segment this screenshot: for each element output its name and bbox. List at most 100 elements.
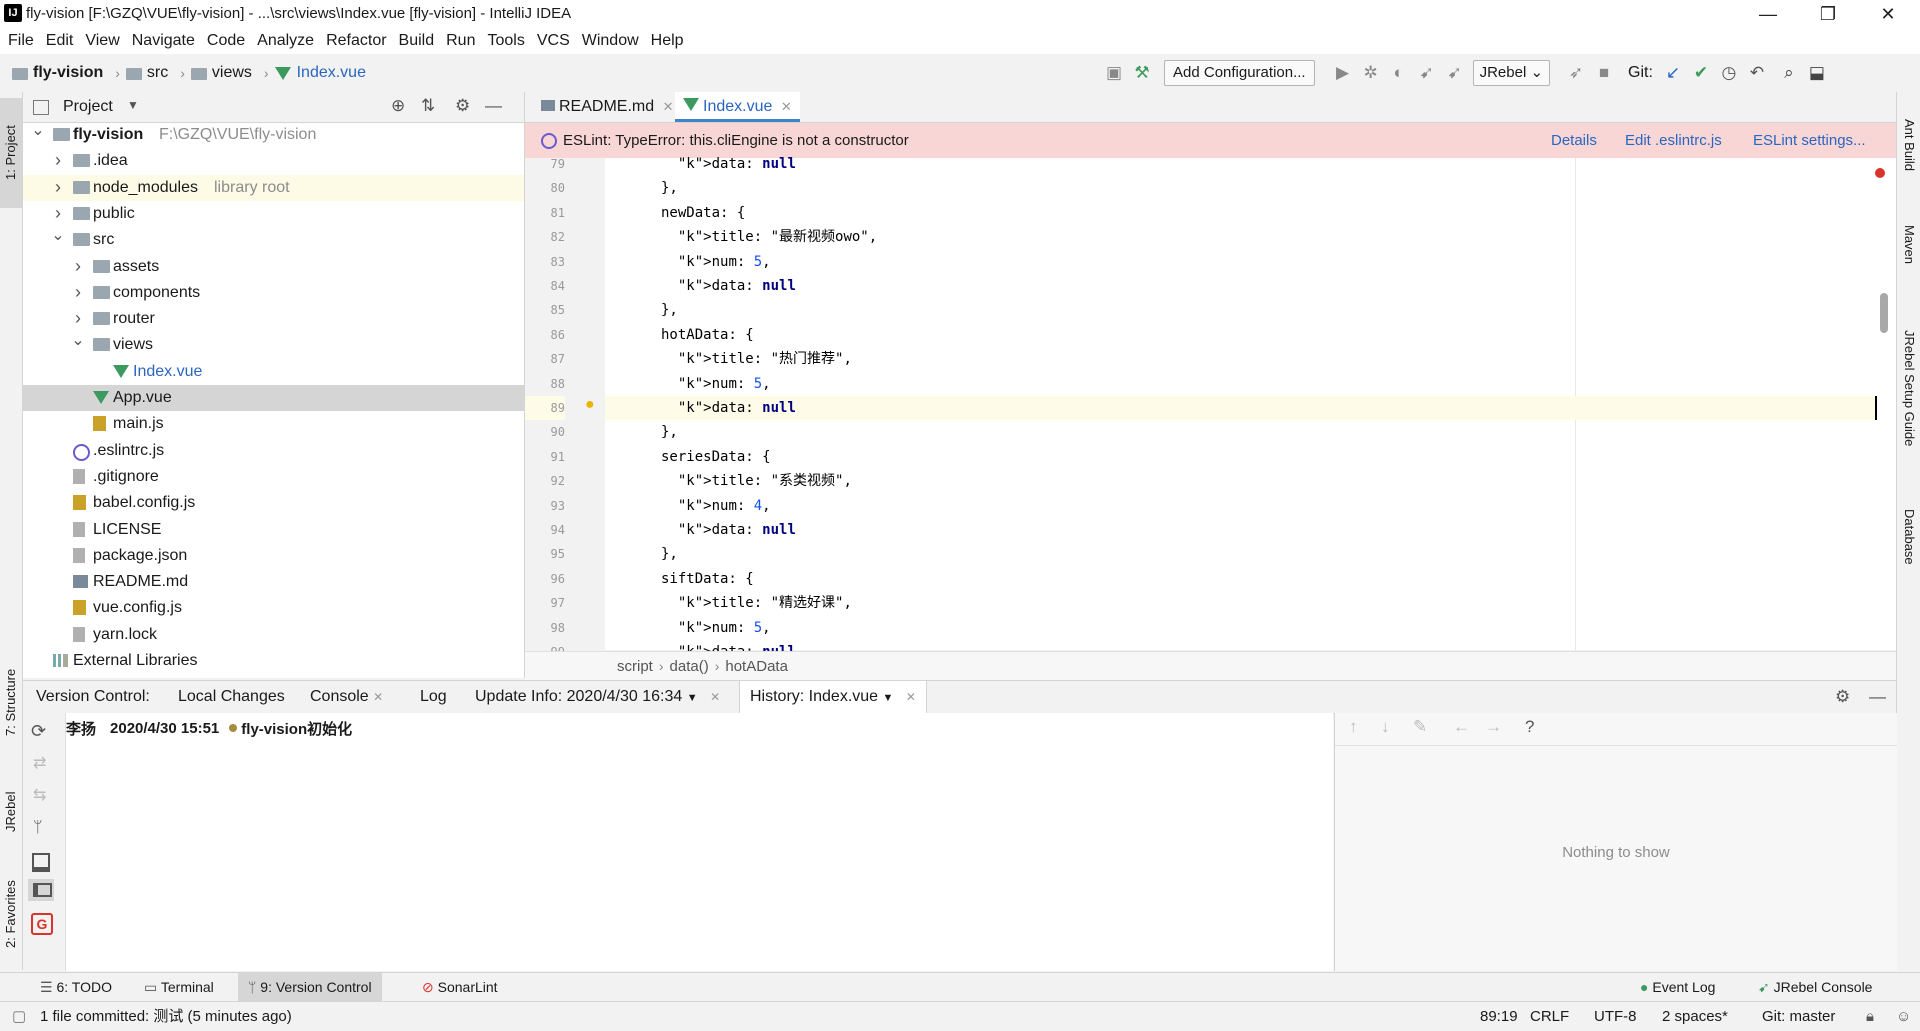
breadcrumb-project[interactable]: fly-vision xyxy=(33,64,103,82)
todo-tool-button[interactable]: ☰ 6: TODO xyxy=(40,973,112,1001)
git-history-icon[interactable]: ◷ xyxy=(1715,59,1743,87)
chevron-right-icon[interactable]: › xyxy=(51,200,65,226)
menu-help[interactable]: Help xyxy=(645,28,690,54)
code-line[interactable]: hotAData: { xyxy=(661,323,754,347)
close-tab-icon[interactable]: ✕ xyxy=(710,690,720,704)
git-commit-icon[interactable]: ✔ xyxy=(1687,59,1715,87)
code-line[interactable]: "k">data: null xyxy=(661,152,796,176)
jrebel-setup-guide-tab[interactable]: JRebel Setup Guide xyxy=(1897,308,1920,468)
hide-panel-icon[interactable]: — xyxy=(485,96,502,116)
git-rollback-icon[interactable]: ↶ xyxy=(1743,59,1771,87)
debug-icon[interactable]: ✲ xyxy=(1357,59,1385,87)
chevron-right-icon[interactable]: › xyxy=(71,253,85,279)
gitee-icon[interactable]: G xyxy=(31,913,53,935)
code-line[interactable]: "k">data: null xyxy=(605,396,1877,420)
inspector-icon[interactable]: ☺ xyxy=(1896,1002,1911,1031)
chevron-down-icon[interactable]: ▼ xyxy=(127,98,139,112)
tree-item[interactable]: babel.config.js xyxy=(23,490,524,516)
restore-button[interactable]: ❐ xyxy=(1800,0,1856,28)
menu-view[interactable]: View xyxy=(79,28,125,54)
menu-run[interactable]: Run xyxy=(440,28,481,54)
minimize-button[interactable]: — xyxy=(1740,0,1796,28)
eslint-details-link[interactable]: Details xyxy=(1551,132,1597,149)
favorites-tool-tab[interactable]: 2: Favorites xyxy=(0,864,22,964)
database-tool-tab[interactable]: Database xyxy=(1897,492,1920,582)
code-line[interactable]: newData: { xyxy=(661,201,745,225)
build-hammer-icon[interactable]: ⚒ xyxy=(1128,59,1156,87)
breadcrumb-views[interactable]: views xyxy=(212,64,252,82)
project-panel-title[interactable]: Project xyxy=(63,98,113,116)
tree-item[interactable]: › components xyxy=(23,280,524,306)
line-separator[interactable]: CRLF xyxy=(1530,1002,1569,1031)
compare-local-icon[interactable]: ⇆ xyxy=(33,785,46,805)
stop-icon[interactable]: ■ xyxy=(1590,59,1618,87)
file-encoding[interactable]: UTF-8 xyxy=(1594,1002,1637,1031)
locate-icon[interactable]: ⊕ xyxy=(391,96,405,116)
chevron-right-icon[interactable]: › xyxy=(51,174,65,200)
add-configuration-button[interactable]: Add Configuration... xyxy=(1164,60,1315,86)
tree-item[interactable]: vue.config.js xyxy=(23,595,524,621)
tree-item[interactable]: package.json xyxy=(23,543,524,569)
run-icon[interactable]: ▶ xyxy=(1329,59,1357,87)
intention-bulb-icon[interactable]: ● xyxy=(585,396,595,414)
menu-navigate[interactable]: Navigate xyxy=(126,28,201,54)
close-window-button[interactable]: ✕ xyxy=(1860,0,1916,28)
sonarlint-tool-button[interactable]: ⊘ SonarLint xyxy=(422,973,498,1001)
ide-features-icon[interactable]: ⬓ xyxy=(1803,59,1831,87)
git-branch[interactable]: Git: master xyxy=(1762,1002,1835,1031)
editor-scrollbar[interactable] xyxy=(1880,293,1888,333)
split-view-toggle[interactable] xyxy=(28,879,54,901)
maven-tool-tab[interactable]: Maven xyxy=(1897,210,1920,280)
tree-item[interactable]: LICENSE xyxy=(23,517,524,543)
code-line[interactable]: }, xyxy=(661,298,678,322)
code-line[interactable]: "k">data: null xyxy=(661,274,796,298)
close-tab-icon[interactable]: ✕ xyxy=(781,99,792,114)
menu-analyze[interactable]: Analyze xyxy=(251,28,320,54)
tree-item[interactable]: External Libraries xyxy=(23,648,524,674)
code-line[interactable]: "k">num: 5, xyxy=(661,250,771,274)
menu-build[interactable]: Build xyxy=(393,28,441,54)
jrebel-debug-icon[interactable]: ➹ xyxy=(1441,59,1469,87)
chevron-down-icon[interactable]: ⌄ xyxy=(51,223,65,249)
tree-item[interactable]: › node_modules library root xyxy=(23,174,524,201)
tab-index-vue[interactable]: Index.vue ✕ xyxy=(675,92,800,122)
code-crumb-script[interactable]: script xyxy=(617,658,653,675)
chevron-right-icon[interactable]: › xyxy=(51,147,65,173)
code-crumb-hotadata[interactable]: hotAData xyxy=(725,658,788,675)
lock-icon[interactable]: 🔒︎ xyxy=(1866,1002,1874,1031)
tab-console[interactable]: Console ✕ xyxy=(310,681,383,713)
structure-tool-tab[interactable]: 7: Structure xyxy=(0,652,22,752)
code-line[interactable]: }, xyxy=(661,176,678,200)
status-toggle-icon[interactable]: ▢ xyxy=(12,1002,26,1031)
tree-item[interactable]: .gitignore xyxy=(23,464,524,490)
tree-item[interactable]: main.js xyxy=(23,411,524,437)
jrebel-combo[interactable]: JRebel ⌄ xyxy=(1472,60,1551,86)
code-line[interactable]: "k">num: 5, xyxy=(661,372,771,396)
version-control-tool-button[interactable]: ᛘ 9: Version Control xyxy=(238,973,382,1001)
layout-icon[interactable]: ▣ xyxy=(1100,59,1128,87)
ant-build-tool-tab[interactable]: Ant Build xyxy=(1897,100,1920,190)
code-line[interactable]: "k">num: 4, xyxy=(661,494,771,518)
code-line[interactable]: }, xyxy=(661,420,678,444)
coverage-icon[interactable]: ◐ xyxy=(1385,59,1413,87)
terminal-tool-button[interactable]: ▭ Terminal xyxy=(144,973,214,1001)
project-tool-tab[interactable]: 1: Project xyxy=(0,98,22,208)
breadcrumb-file[interactable]: Index.vue xyxy=(297,64,366,82)
code-crumb-data[interactable]: data() xyxy=(670,658,709,675)
jrebel-tool-tab[interactable]: JRebel xyxy=(0,772,22,852)
menu-edit[interactable]: Edit xyxy=(40,28,80,54)
tab-readme[interactable]: README.md ✕ xyxy=(533,92,681,122)
search-icon[interactable]: ⌕ xyxy=(1775,59,1803,87)
gear-icon[interactable]: ⚙ xyxy=(455,96,470,116)
tab-update-info[interactable]: Update Info: 2020/4/30 16:34 ▼ ✕ xyxy=(475,681,720,713)
tree-item[interactable]: yarn.lock xyxy=(23,622,524,648)
status-message[interactable]: 1 file committed: 测试 (5 minutes ago) xyxy=(40,1002,292,1031)
chevron-down-icon[interactable]: ⌄ xyxy=(71,328,85,354)
code-line[interactable]: "k">data: null xyxy=(661,518,796,542)
code-line[interactable]: "k">num: 5, xyxy=(661,616,771,640)
gear-icon[interactable]: ⚙ xyxy=(1835,681,1850,713)
history-row[interactable]: 李扬 2020/4/30 15:51 fly-vision初始化 xyxy=(66,717,352,739)
code-line[interactable]: siftData: { xyxy=(661,567,754,591)
refresh-icon[interactable]: ⟳ xyxy=(31,721,46,742)
tree-item[interactable]: .eslintrc.js xyxy=(23,438,524,464)
